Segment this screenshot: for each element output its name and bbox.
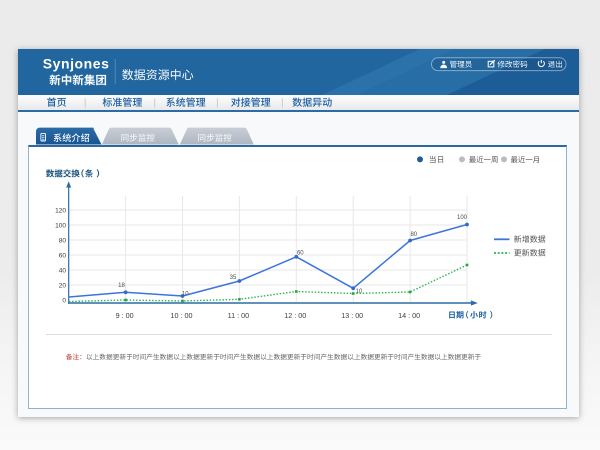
svg-text:20: 20	[59, 283, 67, 290]
svg-text:35: 35	[230, 275, 237, 281]
svg-text:60: 60	[297, 250, 304, 256]
svg-text:100: 100	[55, 223, 66, 230]
svg-text:40: 40	[59, 268, 67, 275]
svg-text:80: 80	[410, 232, 417, 238]
svg-text:60: 60	[59, 253, 67, 260]
svg-text:9 : 00: 9 : 00	[116, 311, 134, 320]
svg-text:100: 100	[457, 215, 468, 221]
svg-text:10 : 00: 10 : 00	[171, 311, 193, 320]
svg-text:120: 120	[55, 208, 66, 215]
svg-text:13 : 00: 13 : 00	[341, 311, 363, 320]
svg-text:0: 0	[62, 298, 66, 305]
svg-text:11 : 00: 11 : 00	[228, 311, 249, 320]
svg-text:80: 80	[59, 238, 67, 245]
svg-text:14 : 00: 14 : 00	[398, 311, 420, 320]
svg-text:18: 18	[118, 283, 125, 289]
svg-text:Synjones: Synjones	[43, 56, 110, 72]
svg-text:12 : 00: 12 : 00	[284, 311, 306, 320]
svg-text:10: 10	[356, 289, 363, 295]
svg-text:10: 10	[182, 291, 189, 297]
